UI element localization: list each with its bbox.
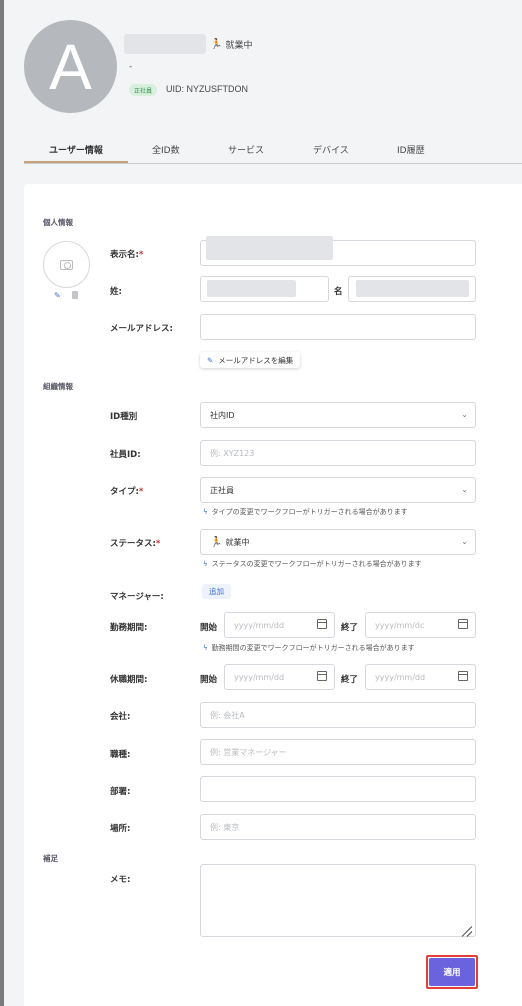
header-status-text: 就業中	[225, 41, 253, 51]
location-label: 場所:	[110, 824, 131, 834]
resize-handle-icon[interactable]	[460, 921, 472, 933]
section-personal-info: 個人情報	[43, 218, 73, 227]
manager-label: マネージャー:	[110, 592, 164, 602]
profile-photo-upload[interactable]	[43, 241, 90, 288]
first-name-value-redacted	[356, 280, 469, 297]
chevron-down-icon: ⌄	[461, 410, 468, 419]
type-value: 正社員	[210, 485, 234, 495]
delete-photo-icon[interactable]	[72, 291, 78, 299]
tab-user-info[interactable]: ユーザー情報	[49, 143, 103, 156]
employment-end-label: 終了	[341, 623, 359, 633]
leave-period-label: 休職期間:	[110, 675, 148, 685]
id-type-select[interactable]: 社内ID ⌄	[200, 402, 476, 428]
window-edge	[0, 0, 4, 1006]
date-placeholder: yyyy/mm/dc	[375, 620, 425, 630]
user-name-placeholder	[124, 34, 206, 54]
leave-end-date[interactable]: yyyy/mm/dd	[365, 664, 476, 690]
section-organization-info: 組織情報	[43, 382, 73, 391]
employment-badge: 正社員	[129, 84, 158, 96]
add-manager-button[interactable]: 追加	[202, 584, 231, 599]
company-placeholder: 例: 会社A	[210, 710, 245, 720]
type-hint: ϟ タイプの変更でワークフローがトリガーされる場合があります	[203, 507, 408, 517]
job-label: 職種:	[110, 750, 131, 760]
edit-email-label: メールアドレスを編集	[218, 355, 294, 365]
memo-label: メモ:	[110, 875, 131, 885]
id-type-label: ID種別	[110, 412, 138, 422]
camera-icon	[60, 259, 73, 270]
header-secondary: -	[129, 62, 133, 72]
edit-photo-icon[interactable]: ✎	[54, 291, 61, 300]
company-label: 会社:	[110, 712, 131, 722]
id-type-value: 社内ID	[210, 410, 235, 420]
section-notes: 補足	[43, 854, 58, 863]
first-name-label: 名	[334, 287, 343, 297]
tab-all-ids[interactable]: 全ID数	[152, 143, 180, 156]
status-hint-text: ステータスの変更でワークフローがトリガーされる場合があります	[211, 560, 422, 568]
display-name-value-redacted	[206, 236, 333, 260]
job-field[interactable]: 例: 営業マネージャー	[200, 739, 476, 765]
last-name-value-redacted	[207, 280, 296, 297]
email-field[interactable]	[200, 314, 476, 340]
employment-hint: ϟ 勤務期間の変更でワークフローがトリガーされる場合があります	[203, 643, 415, 653]
employment-period-label: 勤務期間:	[110, 623, 148, 633]
display-name-label: 表示名:*	[110, 250, 144, 260]
calendar-icon[interactable]	[317, 671, 327, 681]
leave-start-date[interactable]: yyyy/mm/dd	[224, 664, 335, 690]
email-label: メールアドレス:	[110, 324, 173, 334]
status-hint: ϟ ステータスの変更でワークフローがトリガーされる場合があります	[203, 559, 422, 569]
employee-id-field[interactable]: 例: XYZ123	[200, 440, 476, 466]
employment-end-date[interactable]: yyyy/mm/dc	[365, 612, 476, 638]
header-status: 🏃 就業中	[210, 38, 252, 51]
location-placeholder: 例: 東京	[210, 822, 240, 832]
date-placeholder: yyyy/mm/dd	[234, 672, 285, 682]
apply-button[interactable]: 適用	[429, 958, 475, 986]
active-tab-indicator	[24, 161, 128, 163]
lightning-icon: ϟ	[203, 644, 208, 652]
employment-start-date[interactable]: yyyy/mm/dd	[224, 612, 335, 638]
last-name-label: 姓:	[110, 287, 122, 297]
status-value: 就業中	[225, 537, 250, 547]
running-person-icon: 🏃	[210, 39, 223, 50]
location-field[interactable]: 例: 東京	[200, 814, 476, 840]
chevron-down-icon: ⌄	[461, 537, 468, 546]
status-label: ステータス:*	[110, 539, 161, 549]
calendar-icon[interactable]	[458, 671, 468, 681]
edit-email-button[interactable]: ✎ メールアドレスを編集	[200, 352, 301, 368]
employee-id-label: 社員ID:	[110, 450, 141, 460]
memo-textarea[interactable]	[200, 864, 476, 937]
type-hint-text: タイプの変更でワークフローがトリガーされる場合があります	[211, 508, 408, 516]
department-label: 部署:	[110, 787, 131, 797]
lightning-icon: ϟ	[203, 508, 208, 516]
tab-bar: ユーザー情報 全ID数 サービス デバイス ID履歴	[24, 139, 522, 164]
date-placeholder: yyyy/mm/dd	[234, 620, 285, 630]
calendar-icon[interactable]	[458, 619, 468, 629]
leave-end-label: 終了	[341, 675, 359, 685]
department-field[interactable]	[200, 776, 476, 802]
job-placeholder: 例: 営業マネージャー	[210, 747, 287, 757]
employment-start-label: 開始	[200, 623, 218, 633]
type-label: タイプ:*	[110, 487, 144, 497]
type-select[interactable]: 正社員 ⌄	[200, 477, 476, 503]
pencil-icon: ✎	[207, 355, 214, 365]
lightning-icon: ϟ	[203, 560, 208, 568]
date-placeholder: yyyy/mm/dd	[375, 672, 426, 682]
running-person-icon: 🏃	[210, 536, 223, 548]
tab-id-history[interactable]: ID履歴	[397, 143, 425, 156]
company-field[interactable]: 例: 会社A	[200, 702, 476, 728]
employment-hint-text: 勤務期間の変更でワークフローがトリガーされる場合があります	[211, 644, 415, 652]
uid-text: UID: NYZUSFTDON	[166, 84, 248, 94]
tab-devices[interactable]: デバイス	[313, 143, 349, 156]
employee-id-placeholder: 例: XYZ123	[210, 448, 255, 458]
status-select[interactable]: 🏃 就業中 ⌄	[200, 529, 476, 555]
leave-start-label: 開始	[200, 675, 218, 685]
avatar: A	[24, 20, 117, 113]
tab-services[interactable]: サービス	[228, 143, 264, 156]
calendar-icon[interactable]	[317, 619, 327, 629]
chevron-down-icon: ⌄	[461, 485, 468, 494]
